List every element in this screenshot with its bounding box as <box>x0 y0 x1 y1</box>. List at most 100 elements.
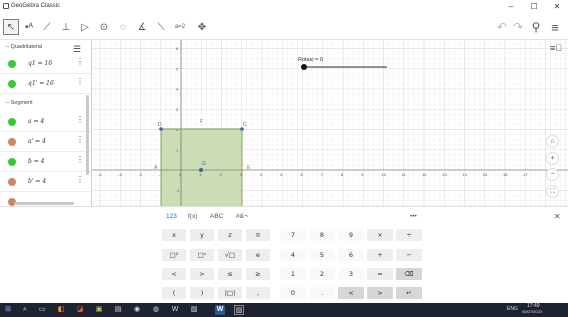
algebra-expression[interactable]: a = 4 <box>28 118 44 125</box>
key-close-paren[interactable]: ) <box>190 287 214 299</box>
app-icon-2[interactable]: ◪ <box>75 305 85 315</box>
key-1[interactable]: 1 <box>280 268 306 280</box>
start-icon[interactable]: ⊞ <box>3 305 13 315</box>
search-icon[interactable]: ⚲ <box>528 19 544 35</box>
zoom-in-icon[interactable]: + <box>546 152 559 165</box>
key-abs[interactable]: |□| <box>218 287 242 299</box>
minimize-button[interactable]: – <box>500 1 522 13</box>
close-keyboard-icon[interactable]: ✕ <box>554 212 561 221</box>
key-3[interactable]: 3 <box>338 268 364 280</box>
circle-three-points-tool[interactable]: ◌ <box>115 19 131 35</box>
algebra-row[interactable]: b' = 4 ⋮ <box>0 172 91 192</box>
algebra-expression[interactable]: q1 = 16 <box>28 60 52 67</box>
polygon-tool[interactable]: ▷ <box>77 19 93 35</box>
fullscreen-icon[interactable]: ⛶ <box>546 185 559 198</box>
tab-abc[interactable]: ABC <box>210 213 223 220</box>
algebra-row[interactable]: q1' = 16 ⋮ <box>0 74 91 94</box>
app-icon-5[interactable]: ◉ <box>132 305 142 315</box>
algebra-row[interactable]: b = 4 ⋮ <box>0 152 91 172</box>
visibility-toggle[interactable] <box>8 118 16 126</box>
app-icon-7[interactable]: W <box>170 305 180 315</box>
key-open-paren[interactable]: ( <box>162 287 186 299</box>
clock-date[interactable]: 06/07/2023 <box>522 309 542 314</box>
key-9[interactable]: 9 <box>338 229 364 241</box>
backspace-icon[interactable]: ⌫ <box>396 268 422 280</box>
language-indicator[interactable]: ENG <box>507 306 518 312</box>
cursor-right-icon[interactable]: > <box>367 287 393 299</box>
app-icon-3[interactable]: ▣ <box>94 305 104 315</box>
algebra-expression[interactable]: q1' = 16 <box>28 80 54 87</box>
algebra-expression[interactable]: b' = 4 <box>28 178 46 185</box>
key-6[interactable]: 6 <box>338 249 364 261</box>
search-taskbar-icon[interactable]: ⌕ <box>20 305 30 315</box>
point-tool[interactable]: •ᴬ <box>21 19 37 35</box>
more-icon[interactable]: ⋮ <box>76 57 84 66</box>
graphics-view[interactable]: -4-3-2-101234567891011121314151617 98765… <box>92 40 568 206</box>
key-8[interactable]: 8 <box>309 229 335 241</box>
visibility-toggle[interactable] <box>8 80 16 88</box>
reflect-tool[interactable]: ⟍ <box>153 19 169 35</box>
zoom-out-icon[interactable]: − <box>546 168 559 181</box>
key-plus[interactable]: + <box>367 249 393 261</box>
key-power[interactable]: □ⁿ <box>190 249 214 261</box>
key-x[interactable]: x <box>162 229 186 241</box>
app-icon-1[interactable]: ◧ <box>56 305 66 315</box>
square-q1-lower[interactable] <box>161 170 242 206</box>
graphics-canvas[interactable]: -4-3-2-101234567891011121314151617 98765… <box>92 40 568 206</box>
word-icon[interactable]: W <box>215 305 225 315</box>
more-icon[interactable]: ⋮ <box>76 77 84 86</box>
key-z[interactable]: z <box>218 229 242 241</box>
maximize-button[interactable]: ☐ <box>523 1 545 13</box>
key-multiply[interactable]: × <box>367 229 393 241</box>
key-divide[interactable]: ÷ <box>396 229 422 241</box>
key-4[interactable]: 4 <box>280 249 306 261</box>
point-g[interactable] <box>199 168 203 172</box>
group-header-segment[interactable]: – Segment <box>6 100 33 106</box>
key-2[interactable]: 2 <box>309 268 335 280</box>
tab-123[interactable]: 123 <box>166 213 177 220</box>
key-0[interactable]: 0 <box>280 287 306 299</box>
key-7[interactable]: 7 <box>280 229 306 241</box>
app-icon-8[interactable]: ▨ <box>189 305 199 315</box>
tab-symbols[interactable]: #&¬ <box>236 213 248 220</box>
visibility-toggle[interactable] <box>8 60 16 68</box>
key-decimal[interactable]: . <box>309 287 335 299</box>
key-minus[interactable]: − <box>396 249 422 261</box>
algebra-scrollbar[interactable] <box>86 95 89 175</box>
circle-tool[interactable]: ⊙ <box>96 19 112 35</box>
more-keys-icon[interactable]: ••• <box>410 213 417 220</box>
visibility-toggle[interactable] <box>8 178 16 186</box>
key-comma[interactable]: , <box>246 287 270 299</box>
algebra-row[interactable]: a' = 4 ⋮ <box>0 132 91 152</box>
key-less-than[interactable]: < <box>162 268 186 280</box>
task-view-icon[interactable]: ▭ <box>37 305 47 315</box>
group-header-quadrilateral[interactable]: – Quadrilateral <box>6 44 42 50</box>
key-greater-equal[interactable]: ≥ <box>246 268 270 280</box>
redo-button[interactable]: ↷ <box>510 19 526 35</box>
key-pi[interactable]: π <box>246 229 270 241</box>
enter-icon[interactable]: ↵ <box>396 287 422 299</box>
algebra-row[interactable]: a = 4 ⋮ <box>0 112 91 132</box>
key-e[interactable]: e <box>246 249 270 261</box>
key-less-equal[interactable]: ≤ <box>218 268 242 280</box>
horizontal-scrollbar[interactable] <box>14 202 74 205</box>
key-y[interactable]: y <box>190 229 214 241</box>
app-icon-4[interactable]: ▤ <box>113 305 123 315</box>
slider-tool[interactable]: a=2 <box>172 19 188 35</box>
algebra-expression[interactable]: a' = 4 <box>28 138 46 145</box>
visibility-toggle[interactable] <box>8 158 16 166</box>
angle-tool[interactable]: ∡ <box>134 19 150 35</box>
close-window-button[interactable]: ✕ <box>546 1 568 13</box>
visibility-toggle[interactable] <box>8 138 16 146</box>
key-sqrt[interactable]: √□ <box>218 249 242 261</box>
graphics-style-icon[interactable]: ≡⃞ <box>550 43 562 53</box>
cursor-left-icon[interactable]: < <box>338 287 364 299</box>
key-square[interactable]: □² <box>162 249 186 261</box>
perpendicular-tool[interactable]: ⊥ <box>58 19 74 35</box>
algebra-expression[interactable]: b = 4 <box>28 158 45 165</box>
move-tool[interactable]: ↖ <box>3 19 19 35</box>
move-graphics-tool[interactable]: ✥ <box>194 19 210 35</box>
key-equals[interactable]: = <box>367 268 393 280</box>
more-icon[interactable]: ⋮ <box>76 155 84 164</box>
more-icon[interactable]: ⋮ <box>76 135 84 144</box>
